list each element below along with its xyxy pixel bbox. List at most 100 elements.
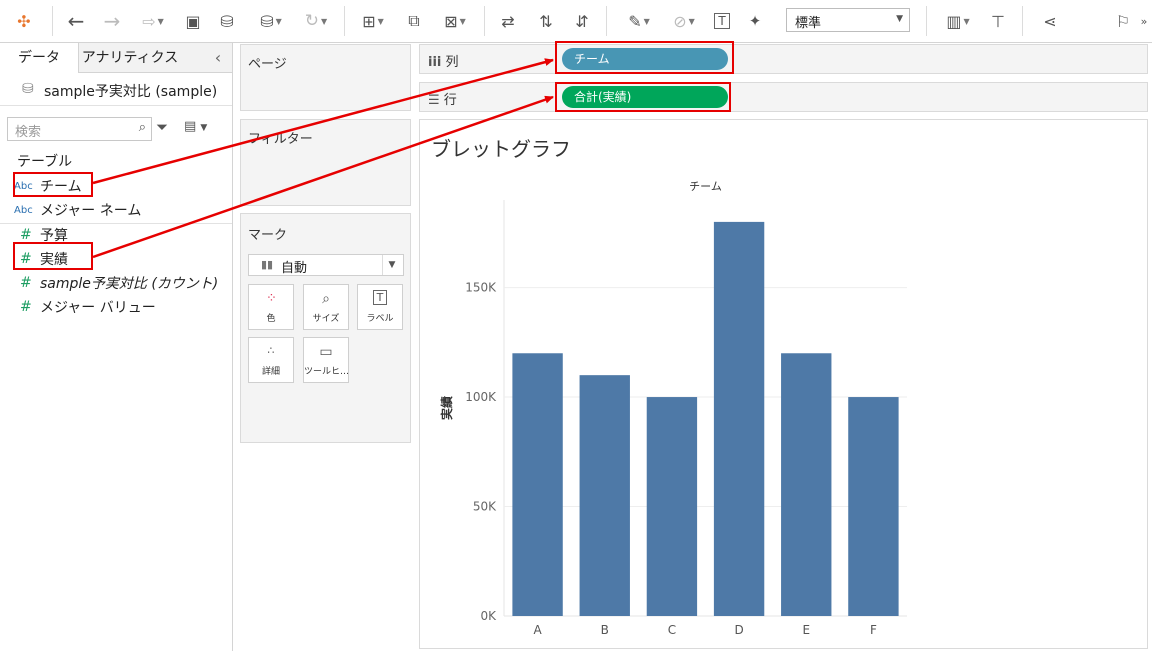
tab-analytics[interactable]: アナリティクス — [80, 43, 180, 73]
chevron-down-icon: ▼ — [896, 14, 903, 24]
bar — [848, 397, 899, 616]
rows-shelf[interactable]: ☰ 行 合計(実績) — [419, 82, 1148, 112]
rows-icon: ☰ — [428, 93, 440, 108]
bar — [512, 353, 563, 616]
tooltip-icon: ▭ — [319, 344, 333, 360]
format-select[interactable]: 標準 ▼ — [786, 8, 910, 32]
bar-chart-icon: ▮▮ — [261, 258, 274, 271]
sort-asc-icon[interactable]: ⇅ — [532, 8, 560, 34]
field-label: sample予実対比 (カウント) — [40, 276, 219, 292]
tooltip-button[interactable]: ▭ ツールヒ… — [303, 337, 349, 383]
bar-chart[interactable]: ブレットグラフチーム実績 0K 50K 100K 150K A B C D E F — [420, 120, 1147, 648]
field-measure-names[interactable]: Abc メジャー ネーム — [14, 200, 141, 220]
detail-button[interactable]: ∴ 詳細 — [248, 337, 294, 383]
size-button[interactable]: ⌕ サイズ — [303, 284, 349, 330]
table-header: テーブル — [17, 154, 73, 170]
label-icon[interactable]: T — [710, 8, 734, 34]
field-label: メジャー バリュー — [40, 300, 156, 316]
list-view-icon[interactable]: ▤ ▼ — [184, 119, 207, 134]
new-datasource-icon[interactable]: ⛁ — [214, 8, 240, 34]
datasource-icon[interactable]: ⛁ ▼ — [250, 8, 292, 34]
sort-desc-icon[interactable]: ⇵ — [568, 8, 596, 34]
filters-card[interactable]: フィルター — [240, 119, 411, 206]
filter-icon[interactable]: ⏷ — [156, 118, 168, 136]
mark-type-select[interactable]: ▮▮ 自動 ▼ — [248, 254, 404, 276]
columns-shelf[interactable]: iii 列 チーム — [419, 44, 1148, 74]
y-tick-label: 100K — [465, 390, 497, 404]
redo-icon[interactable]: ⇨ ▼ — [132, 8, 174, 34]
chart-title: ブレットグラフ — [431, 137, 571, 161]
clear-icon[interactable]: ⊠ ▼ — [434, 8, 476, 34]
label-button[interactable]: T ラベル — [357, 284, 403, 330]
x-tick-label: B — [601, 623, 609, 637]
detail-icon: ∴ — [267, 344, 275, 357]
swap-icon[interactable]: ⇄ — [494, 8, 522, 34]
highlight-box-rows — [555, 82, 731, 112]
size-icon: ⌕ — [322, 291, 330, 307]
data-pane: データ アナリティクス ‹ ⛁ sample予実対比 (sample) 検索 ⌕… — [0, 43, 233, 651]
color-label: 色 — [266, 314, 276, 324]
save-icon[interactable]: ▣ — [180, 8, 206, 34]
field-label: メジャー ネーム — [40, 203, 142, 219]
collapse-icon[interactable]: ‹ — [208, 43, 228, 73]
hash-icon: # — [20, 227, 32, 243]
share-icon[interactable]: ⋖ — [1036, 8, 1064, 34]
sign-icon[interactable]: ⚐ — [1110, 8, 1136, 34]
hash-icon: # — [20, 275, 32, 291]
rows-label-text: 行 — [443, 93, 457, 108]
forward-arrow-icon[interactable]: → — [98, 8, 126, 34]
overflow-icon[interactable]: » — [1138, 8, 1150, 34]
y-axis-title: 実績 — [439, 396, 454, 420]
x-tick-label: D — [734, 623, 743, 637]
duplicate-icon[interactable]: ⧉ — [400, 8, 428, 34]
y-tick-label: 0K — [480, 609, 497, 623]
columns-label-text: 列 — [445, 55, 459, 70]
detail-label: 詳細 — [261, 367, 280, 377]
chevron-down-icon: ▼ — [382, 255, 401, 275]
x-tick-label: A — [533, 623, 542, 637]
group-icon[interactable]: ⊘ ▼ — [664, 8, 704, 34]
presentation-icon[interactable]: ⊤ — [984, 8, 1012, 34]
bar — [646, 397, 698, 616]
highlight-box-columns — [555, 41, 734, 74]
tab-data[interactable]: データ — [0, 43, 78, 73]
field-measure-values[interactable]: # メジャー バリュー — [14, 297, 156, 317]
y-tick-label: 50K — [473, 500, 497, 514]
size-label: サイズ — [312, 314, 340, 324]
bar — [781, 353, 832, 616]
search-placeholder: 検索 — [15, 125, 42, 140]
columns-shelf-label: iii 列 — [428, 51, 459, 70]
highlight-box-team — [13, 172, 93, 197]
filters-title: フィルター — [248, 132, 313, 147]
show-me-icon[interactable]: ▥ ▼ — [936, 8, 980, 34]
new-worksheet-icon[interactable]: ⊞ ▼ — [352, 8, 394, 34]
format-select-value: 標準 — [795, 16, 822, 31]
refresh-icon[interactable]: ↻ ▼ — [296, 8, 336, 34]
pin-icon[interactable]: ✦ — [742, 8, 768, 34]
field-count[interactable]: # sample予実対比 (カウント) — [14, 273, 218, 293]
columns-icon: iii — [428, 55, 442, 70]
back-arrow-icon[interactable]: ← — [62, 8, 90, 34]
hash-icon: # — [20, 299, 32, 315]
tooltip-label: ツールヒ… — [304, 367, 348, 377]
color-button[interactable]: ⁘ 色 — [248, 284, 294, 330]
search-icon: ⌕ — [138, 120, 146, 135]
x-axis-title: チーム — [689, 180, 722, 193]
label-label: ラベル — [366, 314, 394, 324]
bar — [579, 375, 630, 616]
y-tick-label: 150K — [465, 281, 497, 295]
color-icon: ⁘ — [266, 291, 277, 306]
tableau-logo-icon[interactable]: ✣ — [10, 8, 38, 34]
pages-card[interactable]: ページ — [240, 44, 411, 111]
x-tick-label: C — [668, 623, 676, 637]
marks-title: マーク — [248, 228, 288, 243]
viz-area: ブレットグラフ チーム 実績 0K 50K 100K 150K A B C D E F — [419, 119, 1148, 649]
marks-card: マーク ▮▮ 自動 ▼ ⁘ 色 ⌕ サイズ T ラベル ∴ 詳細 ▭ ツールヒ… — [240, 213, 411, 443]
mark-type-value: 自動 — [281, 261, 308, 276]
rows-shelf-label: ☰ 行 — [428, 89, 457, 108]
search-input[interactable]: 検索 ⌕ — [7, 117, 152, 141]
datasource-name[interactable]: sample予実対比 (sample) — [44, 81, 217, 101]
abc-icon: Abc — [14, 204, 33, 216]
highlight-icon[interactable]: ✎ ▼ — [618, 8, 660, 34]
x-tick-label: F — [870, 623, 877, 637]
